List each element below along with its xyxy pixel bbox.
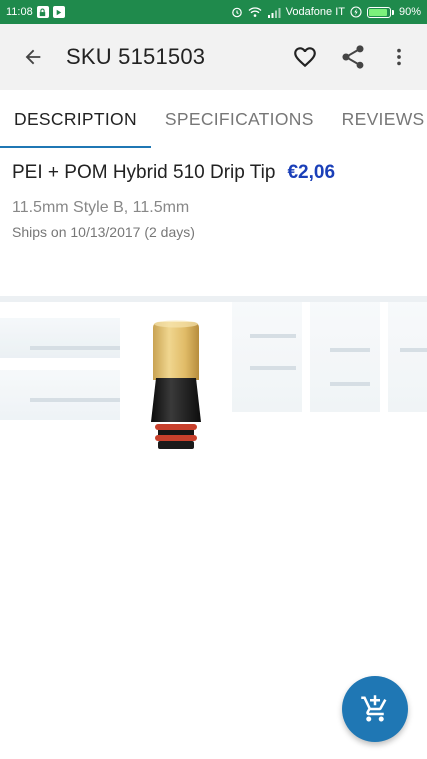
share-button[interactable] [329,33,377,81]
alarm-icon [231,6,243,18]
app-bar: SKU 5151503 [0,24,427,90]
product-variant: 11.5mm Style B, 11.5mm [12,199,190,216]
more-options-button[interactable] [377,33,421,81]
heart-outline-icon [294,47,316,68]
notification-lock-icon [36,6,49,18]
arrow-left-icon [25,49,41,65]
status-time: 11:08 [6,6,33,18]
product-price: €2,06 [287,162,336,183]
tab-description[interactable]: DESCRIPTION [0,90,151,148]
more-vert-icon [397,48,401,66]
tab-specifications[interactable]: SPECIFICATIONS [151,90,328,148]
product-title: PEI + POM Hybrid 510 Drip Tip [12,162,276,183]
page-title: SKU 5151503 [66,44,206,69]
back-button[interactable] [0,24,66,90]
charging-icon [350,6,362,18]
wifi-icon [248,6,262,18]
signal-icon [267,7,281,18]
share-icon [342,45,364,69]
add-shopping-cart-icon [361,695,387,722]
tab-reviews[interactable]: REVIEWS ( [328,90,427,148]
product-header: PEI + POM Hybrid 510 Drip Tip €2,06 [12,162,422,184]
add-to-cart-button[interactable] [342,676,408,742]
battery-percent: 90% [398,6,421,18]
tab-bar: DESCRIPTION SPECIFICATIONS REVIEWS ( [0,90,427,148]
favorite-button[interactable] [281,33,329,81]
product-image [0,258,427,488]
battery-icon [366,6,394,18]
shipping-date: Ships on 10/13/2017 (2 days) [12,224,195,240]
carrier-name: Vodafone IT [285,6,345,18]
status-bar: 11:08 Vodafone IT 90% [0,0,427,24]
notification-play-icon [52,6,65,18]
